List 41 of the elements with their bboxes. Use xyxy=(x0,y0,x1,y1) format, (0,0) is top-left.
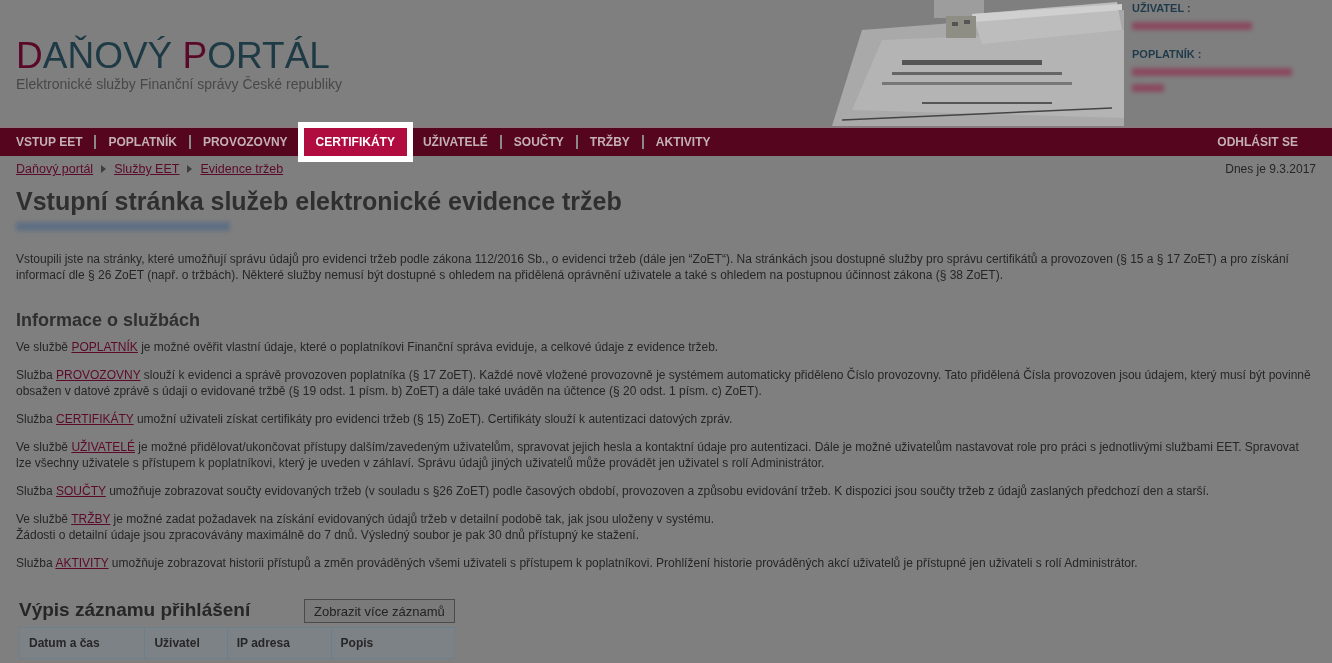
nav-tab[interactable]: VSTUP EET xyxy=(4,128,95,156)
column-header: Uživatel xyxy=(144,627,228,659)
logout-link[interactable]: ODHLÁSIT SE xyxy=(1205,128,1332,156)
service-paragraph: Služba AKTIVITY umožňuje zobrazovat historii přístupů a změn prováděných všemi uživateli s přístupem k poplatníkovi. Prohlížení historie prováděných akcí uživatelů je přístupné jen uživateli s rolí Administrátor. xyxy=(16,555,1139,571)
show-more-button[interactable]: Zobrazit více záznamů xyxy=(304,599,455,623)
nav-tab[interactable]: TRŽBY xyxy=(577,128,642,156)
panel-label: POPLATNÍK : xyxy=(1132,48,1202,60)
service-link[interactable]: CERTIFIKÁTY xyxy=(56,412,134,426)
section-heading: Informace o službách xyxy=(16,309,202,331)
intro-paragraph: Vstoupili jste na stránky, které umožňují správu údajů pro evidenci tržeb podle zákona 112/2016 Sb., o evidenci tržeb (dále jen “ZoET“). Na stránkách jsou dostupné služby pro správu certifikátů a provozoven (§ 15 a § 17 ZoET) a pro získání informací dle § 26 ZoET (např. o tržbách). Některé služby nemusí být dostupné s ohledem na přidělená oprávnění uživatele a také s ohledem na postupnou účinnost zákona (§ 38 ZoET). xyxy=(16,251,1290,283)
breadcrumb-link[interactable]: Daňový portál xyxy=(16,161,94,177)
nav-tab[interactable]: UŽIVATELÉ xyxy=(410,128,500,156)
date-text: Dnes je 9.3.2017 xyxy=(1225,161,1316,177)
panel-label: UŽIVATEL : xyxy=(1132,2,1191,14)
column-header: IP adresa xyxy=(227,627,332,659)
service-link[interactable]: TRŽBY xyxy=(71,512,111,526)
nav-tab[interactable]: POPLATNÍK xyxy=(96,128,189,156)
page-title: Vstupní stránka služeb elektronické evidence tržeb xyxy=(16,186,623,216)
nav-tab[interactable]: SOUČTY xyxy=(501,128,576,156)
service-link[interactable]: SOUČTY xyxy=(56,484,106,498)
service-link[interactable]: PROVOZOVNY xyxy=(56,368,141,382)
column-header: Datum a čas xyxy=(19,627,145,659)
service-paragraph: Ve službě UŽIVATELÉ je možné přidělovat/ukončovat přístupy dalším/zavedeným uživatelům, spravovat jejich hesla a kontaktní údaje pro autentizaci. Dále je možné uživatelům nastavovat role pro práci s jednotlivými službami EET. Spravovat lze všechny uživatele s přístupem k poplatníkovi, který je uveden v záhlaví. Správu údajů jiných uživatelů může provádět jen uživatel s rolí Administrátor. xyxy=(16,439,1300,471)
service-paragraph: Služba SOUČTY umožňuje zobrazovat součty evidovaných tržeb (v souladu s §26 ZoET) podle časových období, provozoven a způsobu evidování tržeb. K dispozici jsou součty tržeb z údajů zaslaných předchozí den a starší. xyxy=(16,483,1211,499)
section-heading: Výpis záznamu přihlášení xyxy=(19,599,252,621)
caret-right-icon xyxy=(101,165,107,173)
nav-tab[interactable]: AKTIVITY xyxy=(643,128,723,156)
logo-text: DAŇOVÝ PORTÁL xyxy=(16,36,330,76)
service-link[interactable]: AKTIVITY xyxy=(55,556,109,570)
breadcrumb-link[interactable]: Evidence tržeb xyxy=(200,161,284,177)
breadcrumb-link[interactable]: Služby EET xyxy=(114,161,180,177)
service-paragraph: Služba CERTIFIKÁTY umožní uživateli získat certifikáty pro evidenci tržeb (§ 15) ZoET). Certifikáty slouží k autentizaci datových zpráv. xyxy=(16,411,734,427)
service-link[interactable]: UŽIVATELÉ xyxy=(71,440,135,454)
service-link[interactable]: POPLATNÍK xyxy=(71,340,138,354)
redacted-text xyxy=(1132,84,1164,92)
nav-tab[interactable]: PROVOZOVNY xyxy=(190,128,300,156)
service-paragraph: Ve službě TRŽBY je možné zadat požadavek na získání evidovaných údajů tržeb v detailní podobě tak, jak jsou uloženy v systému. Žádosti o detailní údaje jsou zpracovávány maximálně do 7 dnů. Výsledný soubor je pak 30 dnů přístupný ke stažení. xyxy=(16,511,715,543)
service-paragraph: Ve službě POPLATNÍK je možné ověřit vlastní údaje, které o poplatníkovi Finanční správa eviduje, a celkové údaje z evidence tržeb. xyxy=(16,339,720,355)
caret-right-icon xyxy=(187,165,193,173)
service-paragraph: Služba PROVOZOVNY slouží k evidenci a správě provozoven poplatníka (§ 17 ZoET). Každé nově vložené provozovně je systémem automaticky přiděleno Číslo provozovny. Tato přidělená Čísla provozoven jsou údajem, který musí být povinně obsažen v datové zprávě s údaji o evidované tržbě (§ 19 odst. 1 písm. b) ZoET) a dále také uváděn na účtence (§ 20 odst. 1 písm. c) ZoET). xyxy=(16,367,1312,399)
column-header: Popis xyxy=(331,627,455,659)
